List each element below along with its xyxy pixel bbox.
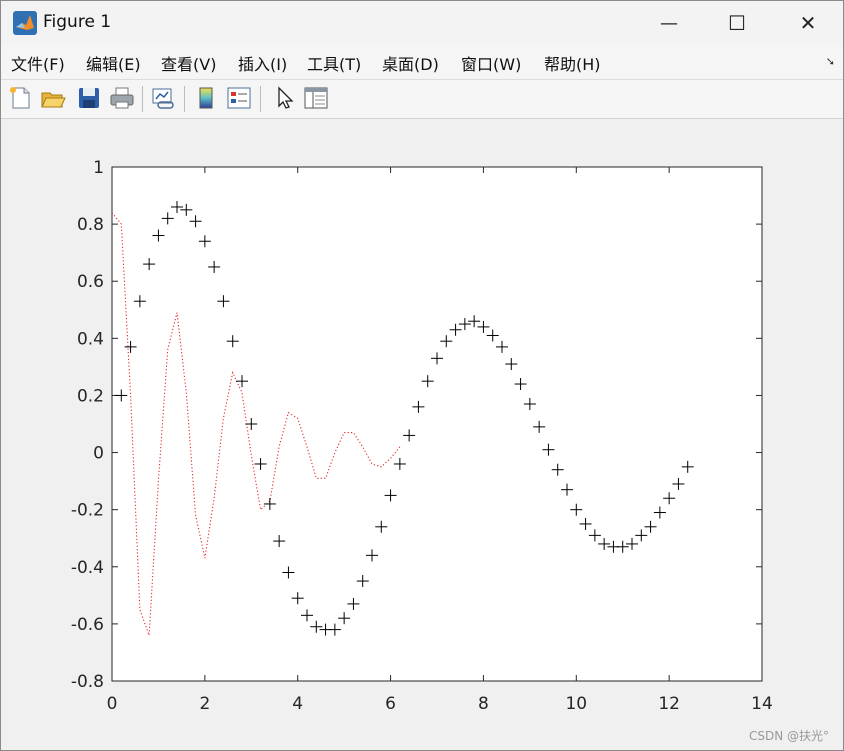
y-tick-label: -0.6 — [71, 615, 104, 635]
y-tick-label: -0.4 — [71, 558, 104, 578]
figure-canvas[interactable]: 0 2 4 6 8 10 12 14 1 0.8 0.6 0.4 0.2 0 -0.2 -0.4 -0.6 -0… — [1, 119, 843, 750]
pointer-icon[interactable] — [271, 85, 297, 111]
property-editor-icon[interactable] — [303, 85, 329, 111]
dock-arrow-icon[interactable]: ➘ — [826, 55, 835, 68]
x-tick-label: 2 — [199, 694, 210, 714]
y-tick-label: 0.8 — [77, 215, 104, 235]
figure-window: Figure 1 — ☐ ✕ 文件(F) 编辑(E) 查看(V) 插入(I) 工… — [0, 0, 844, 751]
y-tick-label: 0.6 — [77, 272, 104, 292]
insert-colorbar-icon[interactable] — [193, 85, 219, 111]
y-tick-label: 0.2 — [77, 386, 104, 406]
toolbar-separator — [260, 86, 261, 112]
x-tick-label: 14 — [751, 694, 773, 714]
link-plot-icon[interactable] — [150, 85, 176, 111]
x-tick-label: 4 — [292, 694, 303, 714]
x-tick-labels: 0 2 4 6 8 10 12 14 — [107, 694, 773, 714]
toolbar-separator — [184, 86, 185, 112]
menu-file[interactable]: 文件(F) — [11, 51, 65, 75]
menu-tools[interactable]: 工具(T) — [307, 51, 361, 75]
maximize-button[interactable]: ☐ — [714, 1, 760, 45]
axes-box — [111, 166, 763, 682]
y-tick-label: -0.2 — [71, 501, 104, 521]
minimize-button[interactable]: — — [646, 1, 692, 45]
open-file-icon[interactable] — [40, 85, 66, 111]
menu-view[interactable]: 查看(V) — [161, 51, 216, 75]
save-icon[interactable] — [76, 85, 102, 111]
menu-edit[interactable]: 编辑(E) — [86, 51, 141, 75]
y-tick-labels: 1 0.8 0.6 0.4 0.2 0 -0.2 -0.4 -0.6 -0.8 — [71, 158, 104, 692]
toolbar-separator — [142, 86, 143, 112]
x-tick-label: 10 — [565, 694, 587, 714]
x-tick-label: 6 — [385, 694, 396, 714]
menu-desktop[interactable]: 桌面(D) — [382, 51, 439, 75]
x-tick-label: 12 — [658, 694, 680, 714]
menu-help[interactable]: 帮助(H) — [544, 51, 601, 75]
y-tick-label: -0.8 — [71, 672, 104, 692]
x-tick-label: 8 — [478, 694, 489, 714]
x-tick-label: 0 — [107, 694, 118, 714]
new-figure-icon[interactable] — [7, 85, 33, 111]
y-tick-label: 0 — [93, 444, 104, 464]
figure-toolbar — [1, 80, 843, 119]
close-button[interactable]: ✕ — [785, 1, 831, 45]
window-title: Figure 1 — [43, 12, 112, 32]
plot-chart[interactable]: 0 2 4 6 8 10 12 14 1 0.8 0.6 0.4 0.2 0 -0.2 -0.4 -0.6 -0… — [1, 119, 843, 750]
print-icon[interactable] — [109, 85, 135, 111]
menu-insert[interactable]: 插入(I) — [238, 51, 287, 75]
menu-bar: 文件(F) 编辑(E) 查看(V) 插入(I) 工具(T) 桌面(D) 窗口(W… — [1, 45, 843, 80]
watermark-text: CSDN @扶光° — [748, 729, 829, 743]
title-bar[interactable]: Figure 1 — ☐ ✕ — [1, 1, 843, 45]
matlab-logo-icon — [13, 11, 37, 35]
y-tick-label: 1 — [93, 158, 104, 178]
menu-window[interactable]: 窗口(W) — [461, 51, 521, 75]
y-tick-label: 0.4 — [77, 329, 104, 349]
insert-legend-icon[interactable] — [226, 85, 252, 111]
